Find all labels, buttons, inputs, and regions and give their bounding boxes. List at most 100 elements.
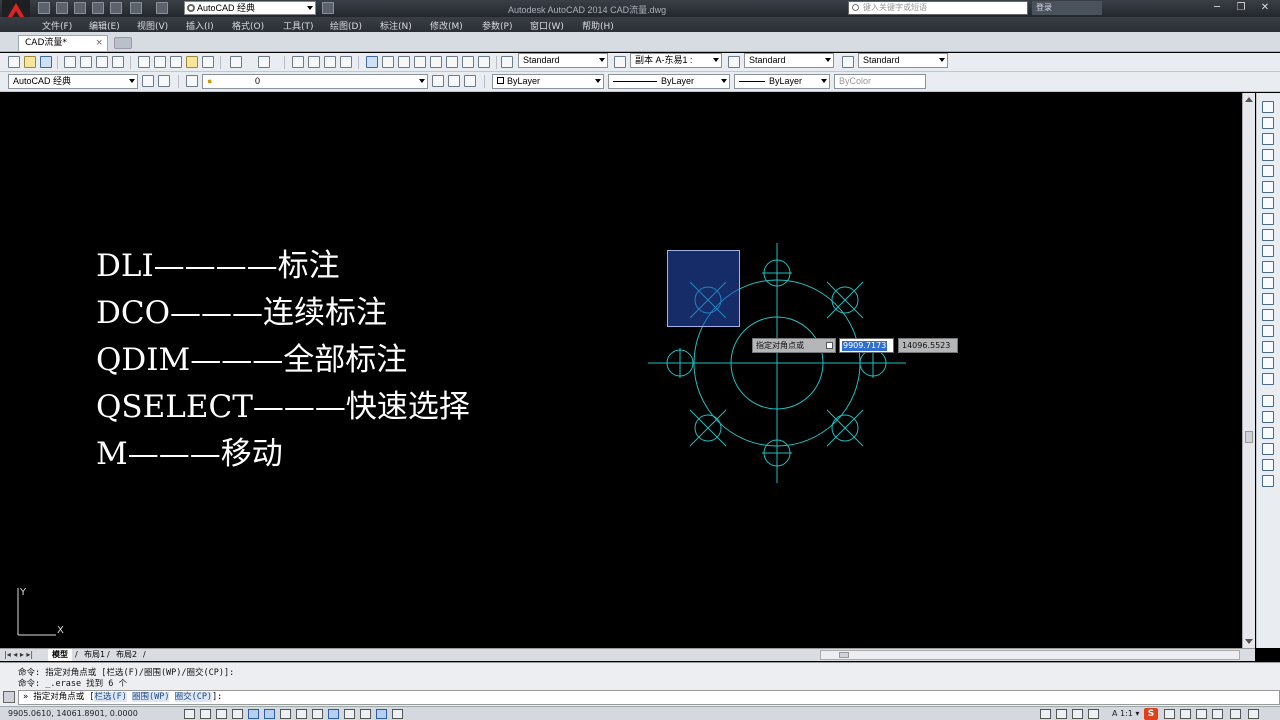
dynamic-input-icon[interactable] [328, 709, 339, 719]
plot-preview-icon[interactable] [80, 56, 92, 68]
design-center-icon[interactable] [382, 56, 394, 68]
save-icon[interactable] [40, 56, 52, 68]
model-space-icon[interactable] [1040, 709, 1051, 719]
open-icon[interactable] [24, 56, 36, 68]
minimize-button[interactable]: ─ [1206, 1, 1228, 15]
erase-icon[interactable] [1262, 101, 1274, 113]
layer-manager-icon[interactable] [186, 75, 198, 87]
workspace-select[interactable]: AutoCAD 经典 [184, 1, 316, 15]
hatch-back-icon[interactable] [1262, 475, 1274, 487]
send-under-icon[interactable] [1262, 443, 1274, 455]
layer-select[interactable]: ● 0 [202, 74, 428, 89]
menu-parametric[interactable]: 参数(P) [482, 19, 512, 32]
settings-icon[interactable] [1248, 709, 1259, 719]
snap-mode-icon[interactable] [200, 709, 211, 719]
workspace-settings-icon[interactable] [142, 75, 154, 87]
menu-tools[interactable]: 工具(T) [283, 19, 314, 32]
quick-view-drawings-icon[interactable] [1072, 709, 1083, 719]
table-style-icon[interactable] [728, 56, 740, 68]
cut-icon[interactable] [138, 56, 150, 68]
menu-view[interactable]: 视图(V) [137, 19, 168, 32]
mirror-icon[interactable] [1262, 133, 1274, 145]
bring-above-icon[interactable] [1262, 427, 1274, 439]
input-method-icon[interactable]: S [1144, 708, 1158, 720]
menu-draw[interactable]: 绘图(D) [330, 19, 362, 32]
undo-icon[interactable] [130, 2, 142, 14]
quick-view-layouts-icon[interactable] [1056, 709, 1067, 719]
array-icon[interactable] [1262, 165, 1274, 177]
zoom-previous-icon[interactable] [340, 56, 352, 68]
scroll-thumb[interactable] [1245, 431, 1253, 443]
menu-help[interactable]: 帮助(H) [582, 19, 614, 32]
clothes-icon[interactable] [1230, 709, 1241, 719]
menu-dimension[interactable]: 标注(N) [380, 19, 412, 32]
quick-properties-icon[interactable] [376, 709, 387, 719]
menu-file[interactable]: 文件(F) [42, 19, 72, 32]
blend-curves-icon[interactable] [1262, 357, 1274, 369]
command-option-cpolygon[interactable]: 圈交(CP) [174, 692, 213, 702]
redo-icon[interactable] [258, 56, 270, 68]
undo-icon[interactable] [230, 56, 242, 68]
break-icon[interactable] [1262, 293, 1274, 305]
help-icon[interactable] [478, 56, 490, 68]
user-icon[interactable] [1212, 709, 1223, 719]
rotate-icon[interactable] [1262, 197, 1274, 209]
document-tab[interactable]: CAD流量* × [18, 35, 108, 51]
new-icon[interactable] [8, 56, 20, 68]
dim-style-select[interactable]: 副本 A-东易1 : [630, 53, 722, 68]
lineweight-select[interactable]: ByLayer [734, 74, 830, 89]
mic-icon[interactable] [1180, 709, 1191, 719]
close-button[interactable]: ✕ [1254, 1, 1276, 15]
markup-icon[interactable] [430, 56, 442, 68]
text-style-icon[interactable] [501, 56, 513, 68]
trim-icon[interactable] [1262, 245, 1274, 257]
extend-icon[interactable] [1262, 261, 1274, 273]
layer-state-icon[interactable] [464, 75, 476, 87]
menu-edit[interactable]: 编辑(E) [89, 19, 120, 32]
copy-icon[interactable] [154, 56, 166, 68]
3d-print-icon[interactable] [112, 56, 124, 68]
paste-icon[interactable] [170, 56, 182, 68]
lineweight-icon[interactable] [344, 709, 355, 719]
menu-modify[interactable]: 修改(M) [430, 19, 463, 32]
dropdown-icon[interactable] [826, 342, 833, 349]
plot-icon[interactable] [64, 56, 76, 68]
copy-object-icon[interactable] [1262, 117, 1274, 129]
save-as-icon[interactable] [92, 2, 104, 14]
redo-icon[interactable] [156, 2, 168, 14]
keyboard-icon[interactable] [1196, 709, 1207, 719]
fillet-icon[interactable] [1262, 341, 1274, 353]
selection-cycling-icon[interactable] [392, 709, 403, 719]
match-properties-icon[interactable] [186, 56, 198, 68]
transparency-icon[interactable] [360, 709, 371, 719]
text-front-icon[interactable] [1262, 459, 1274, 471]
tab-layout2[interactable]: 布局2 [112, 649, 141, 661]
scroll-thumb[interactable] [839, 652, 849, 658]
layer-previous-icon[interactable] [448, 75, 460, 87]
save-workspace-icon[interactable] [158, 75, 170, 87]
zoom-window-icon[interactable] [324, 56, 336, 68]
calculator-icon[interactable] [462, 56, 474, 68]
object-snap-tracking-icon[interactable] [296, 709, 307, 719]
explode-icon[interactable] [1262, 373, 1274, 385]
scale-icon[interactable] [1262, 213, 1274, 225]
layout-nav[interactable]: |◂ ◂ ▸ ▸| [4, 650, 33, 659]
polar-tracking-icon[interactable] [248, 709, 259, 719]
sheet-set-icon[interactable] [414, 56, 426, 68]
quickcalc-icon[interactable] [446, 56, 458, 68]
search-input[interactable]: 键入关键字或短语 [848, 1, 1028, 15]
object-snap-icon[interactable] [264, 709, 275, 719]
draw-order-back-icon[interactable] [1262, 411, 1274, 423]
color-select[interactable]: ByLayer [492, 74, 604, 89]
new-tab-button[interactable] [114, 37, 132, 49]
annotation-visibility-icon[interactable] [1088, 709, 1099, 719]
command-option-wpolygon[interactable]: 圈围(WP) [131, 692, 170, 702]
save-icon[interactable] [74, 2, 86, 14]
grid-display-icon[interactable] [216, 709, 227, 719]
command-option-fence[interactable]: 栏选(F) [94, 692, 127, 702]
annotation-scale[interactable]: A 1:1 ▾ [1112, 709, 1139, 718]
allow-ucs-icon[interactable] [312, 709, 323, 719]
menu-insert[interactable]: 插入(I) [186, 19, 214, 32]
restore-button[interactable]: ❐ [1230, 1, 1252, 15]
make-current-layer-icon[interactable] [432, 75, 444, 87]
